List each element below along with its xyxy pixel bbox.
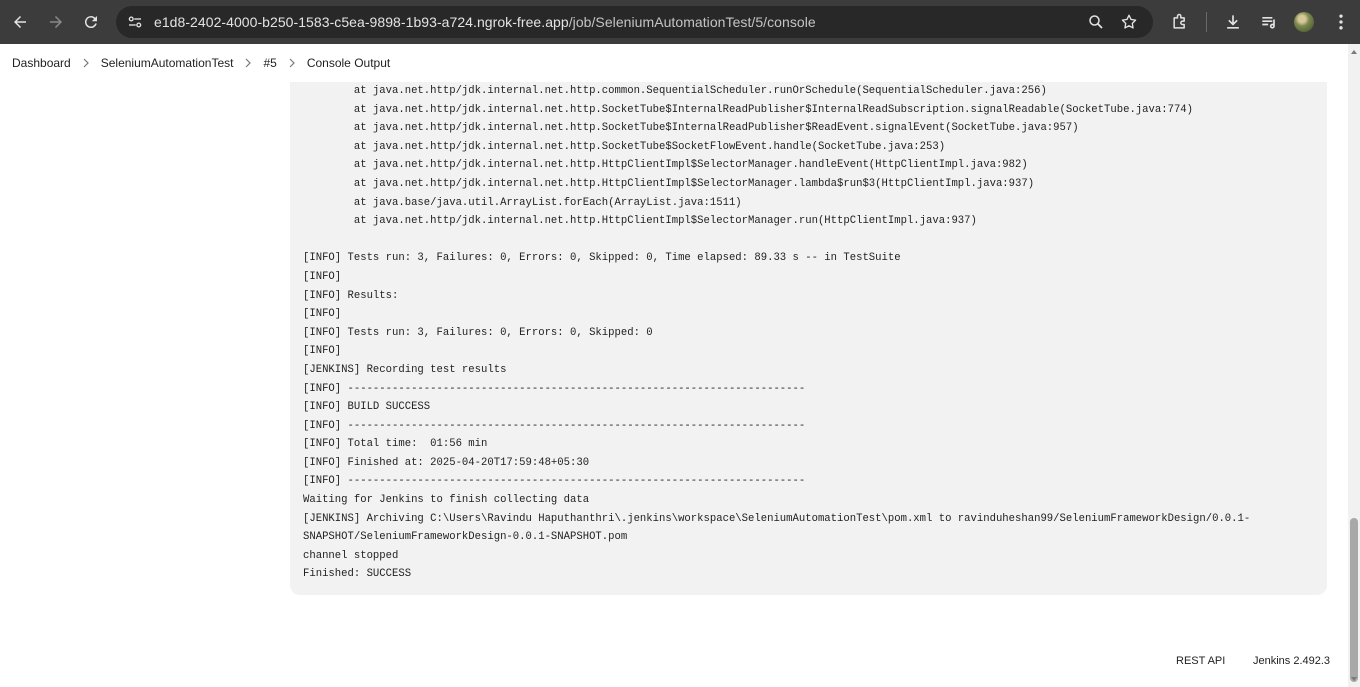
back-icon[interactable]: [8, 10, 32, 34]
site-info-icon[interactable]: [126, 13, 144, 31]
console-line: [INFO] Finished at: 2025-04-20T17:59:48+…: [303, 456, 590, 469]
toolbar-divider: [1206, 12, 1207, 32]
bookmark-star-icon[interactable]: [1120, 13, 1138, 31]
console-line: Waiting for Jenkins to finish collecting…: [303, 494, 590, 507]
address-bar[interactable]: e1d8-2402-4000-b250-1583-c5ea-9898-1b93-…: [116, 6, 1153, 38]
console-line: [INFO] BUILD SUCCESS: [303, 401, 431, 414]
console-line: [INFO] ---------------------------------…: [303, 419, 806, 432]
console-line: [INFO] ---------------------------------…: [303, 475, 806, 488]
breadcrumb-job[interactable]: SeleniumAutomationTest: [101, 56, 234, 70]
console-line: [INFO] ---------------------------------…: [303, 382, 806, 395]
url-host: e1d8-2402-4000-b250-1583-c5ea-9898-1b93-…: [154, 14, 569, 30]
reload-icon[interactable]: [79, 10, 103, 34]
console-line: channel stopped: [303, 549, 399, 562]
url-path: /job/SeleniumAutomationTest/5/console: [568, 14, 816, 30]
jenkins-version-button[interactable]: Jenkins 2.492.3: [1253, 655, 1330, 667]
console-line: [INFO]: [303, 345, 342, 358]
browser-toolbar: e1d8-2402-4000-b250-1583-c5ea-9898-1b93-…: [0, 0, 1360, 44]
page-scrollbar[interactable]: [1348, 44, 1360, 687]
scroll-thumb[interactable]: [1350, 518, 1358, 682]
console-line: [INFO] Total time: 01:56 min: [303, 438, 488, 451]
chevron-right-icon: [81, 58, 91, 68]
chevron-right-icon: [287, 58, 297, 68]
rest-api-link[interactable]: REST API: [1176, 655, 1225, 667]
breadcrumb: Dashboard SeleniumAutomationTest #5 Cons…: [0, 44, 1348, 82]
console-line: at java.net.http/jdk.internal.net.http.S…: [303, 122, 1079, 135]
console-line: [JENKINS] Recording test results: [303, 363, 507, 376]
breadcrumb-build[interactable]: #5: [263, 56, 276, 70]
console-line: at java.net.http/jdk.internal.net.http.c…: [303, 85, 1047, 97]
download-icon[interactable]: [1223, 12, 1243, 32]
console-output: at java.net.http/jdk.internal.net.http.c…: [290, 82, 1327, 595]
console-line: [INFO]: [303, 270, 342, 283]
console-line: [JENKINS] Archiving C:\Users\Ravindu Hap…: [303, 512, 1251, 525]
console-line: SNAPSHOT/SeleniumFrameworkDesign-0.0.1-S…: [303, 531, 628, 544]
zoom-icon[interactable]: [1087, 13, 1105, 31]
profile-avatar[interactable]: [1294, 12, 1314, 32]
forward-icon[interactable]: [44, 10, 68, 34]
console-line: at java.net.http/jdk.internal.net.http.H…: [303, 159, 1028, 172]
console-log-text: at java.net.http/jdk.internal.net.http.c…: [303, 82, 1250, 584]
scroll-up-arrow-icon[interactable]: [1350, 48, 1358, 56]
console-line: at java.net.http/jdk.internal.net.http.S…: [303, 103, 1194, 116]
scroll-down-arrow-icon[interactable]: [1350, 675, 1358, 683]
console-line: [INFO]: [303, 308, 342, 321]
console-line: [INFO] Tests run: 3, Failures: 0, Errors…: [303, 252, 901, 265]
breadcrumb-dashboard[interactable]: Dashboard: [12, 56, 71, 70]
console-line: at java.net.http/jdk.internal.net.http.H…: [303, 177, 1035, 190]
menu-kebab-icon[interactable]: [1331, 12, 1351, 32]
url-text[interactable]: e1d8-2402-4000-b250-1583-c5ea-9898-1b93-…: [154, 14, 816, 30]
console-line: [INFO] Results:: [303, 289, 399, 302]
breadcrumb-console-output[interactable]: Console Output: [307, 56, 390, 70]
media-queue-icon[interactable]: [1259, 12, 1279, 32]
console-line: at java.base/java.util.ArrayList.forEach…: [303, 196, 742, 209]
console-line: at java.net.http/jdk.internal.net.http.H…: [303, 215, 977, 228]
console-line: Finished: SUCCESS: [303, 568, 412, 581]
chevron-right-icon: [243, 58, 253, 68]
extensions-icon[interactable]: [1170, 12, 1190, 32]
console-line: at java.net.http/jdk.internal.net.http.S…: [303, 140, 946, 153]
console-line: [INFO] Tests run: 3, Failures: 0, Errors…: [303, 326, 653, 339]
